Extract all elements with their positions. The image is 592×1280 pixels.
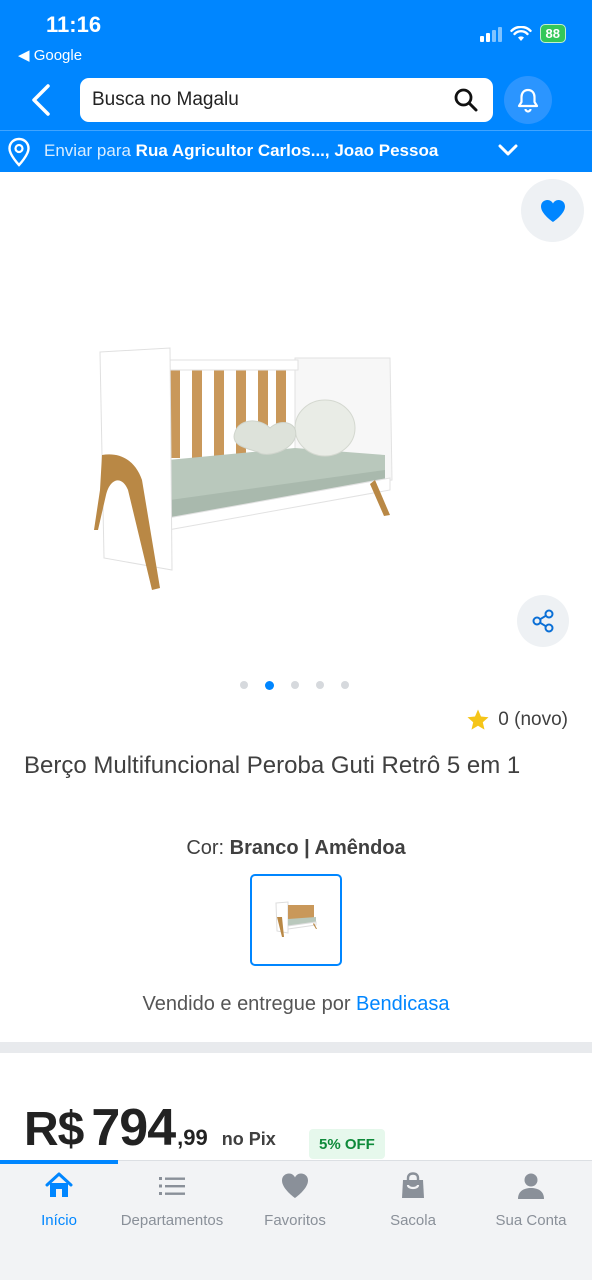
product-image[interactable]: [80, 330, 410, 610]
color-swatch-selected[interactable]: [250, 874, 342, 966]
payment-method: no Pix: [221, 1129, 276, 1149]
carousel-dot[interactable]: [240, 681, 248, 689]
notifications-button[interactable]: [504, 76, 552, 124]
address-prefix: Enviar para: [44, 141, 131, 160]
nav-label: Sacola: [390, 1212, 436, 1229]
heart-icon: [282, 1173, 308, 1198]
price-display: R$ 794 ,99 no Pix: [24, 1098, 276, 1158]
carousel-dot[interactable]: [291, 681, 299, 689]
wifi-icon: [509, 25, 532, 41]
price-decimal: ,99: [177, 1125, 208, 1150]
seller-link[interactable]: Bendicasa: [356, 993, 449, 1015]
price-currency: R$: [24, 1103, 84, 1156]
nav-label: Departamentos: [120, 1212, 224, 1229]
color-selector-label: Cor: Branco | Amêndoa: [0, 837, 592, 860]
seller-info: Vendido e entregue por Bendicasa: [0, 993, 592, 1016]
status-icons: 88: [479, 24, 566, 43]
active-tab-indicator: [0, 1160, 118, 1164]
search-input[interactable]: [92, 78, 442, 122]
heart-icon: [540, 199, 565, 222]
delivery-address-text: Enviar para Rua Agricultor Carlos..., Jo…: [44, 141, 438, 161]
top-bar: 11:16 ◀ Google 88 Busca no Magalu Enviar…: [0, 0, 592, 172]
color-swatch-thumbnail: [275, 901, 317, 937]
rating-text: 0 (novo): [498, 709, 568, 730]
search-icon[interactable]: [453, 87, 479, 113]
seller-prefix: Vendido e entregue por: [142, 993, 351, 1015]
section-separator: [0, 1042, 592, 1053]
nav-label: Favoritos: [264, 1212, 326, 1229]
carousel-dot[interactable]: [341, 681, 349, 689]
status-time: 11:16: [46, 12, 102, 37]
nav-item-inicio[interactable]: Início: [0, 1170, 118, 1229]
home-icon: [45, 1172, 73, 1197]
favorite-button[interactable]: [521, 179, 584, 242]
product-rating[interactable]: 0 (novo): [466, 708, 568, 732]
share-icon: [532, 609, 554, 633]
back-arrow-icon[interactable]: [24, 80, 60, 120]
price-integer: 794: [91, 1099, 176, 1157]
chevron-down-icon[interactable]: [496, 138, 520, 162]
back-to-app-link[interactable]: ◀ Google: [18, 46, 82, 64]
list-icon: [159, 1177, 185, 1195]
search-bar[interactable]: [80, 78, 493, 122]
color-value: Branco | Amêndoa: [229, 837, 406, 859]
discount-badge: 5% OFF: [309, 1129, 385, 1159]
product-title: Berço Multifuncional Peroba Guti Retrô 5…: [24, 752, 521, 779]
carousel-dot[interactable]: [316, 681, 324, 689]
bell-icon: [517, 88, 539, 113]
location-pin-icon: [8, 137, 30, 167]
star-icon: [467, 709, 489, 730]
cellular-signal-icon: [479, 26, 502, 42]
address-value: Rua Agricultor Carlos..., Joao Pessoa: [135, 141, 439, 160]
carousel-dots: [240, 681, 349, 690]
nav-item-sua-conta[interactable]: Sua Conta: [472, 1170, 590, 1229]
user-icon: [518, 1173, 544, 1199]
carousel-dot-active[interactable]: [265, 681, 274, 690]
nav-item-departamentos[interactable]: Departamentos: [113, 1170, 231, 1229]
color-label: Cor:: [186, 837, 225, 859]
nav-item-favoritos[interactable]: Favoritos: [236, 1170, 354, 1229]
nav-label: Início: [41, 1212, 77, 1229]
battery-indicator: 88: [539, 24, 566, 43]
bag-icon: [402, 1172, 424, 1198]
share-button[interactable]: [517, 595, 569, 647]
nav-label: Sua Conta: [495, 1212, 567, 1229]
nav-item-sacola[interactable]: Sacola: [354, 1170, 472, 1229]
